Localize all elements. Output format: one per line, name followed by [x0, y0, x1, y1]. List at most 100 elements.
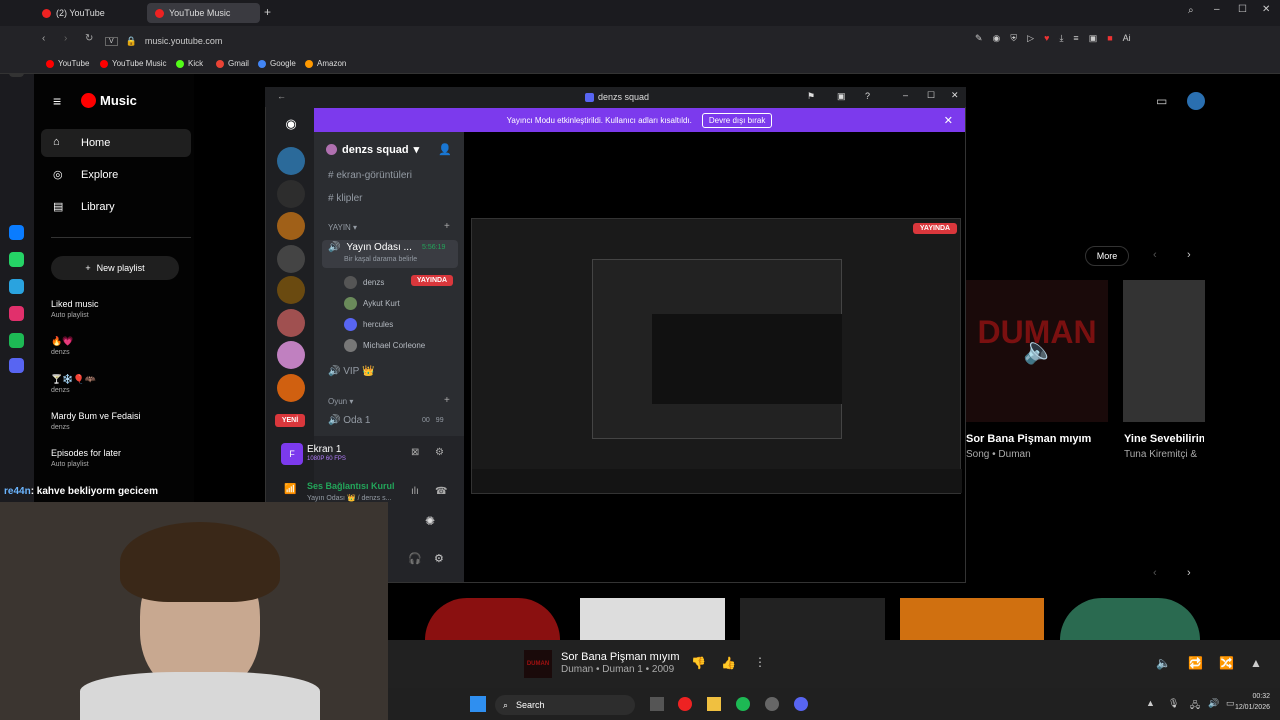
add-member-icon[interactable]: 👤 — [438, 143, 452, 156]
new-tab-icon[interactable]: + — [264, 5, 271, 19]
expand-queue-icon[interactable]: ▲ — [1250, 656, 1262, 670]
song-title[interactable]: Sor Bana Pişman mıyım — [561, 651, 680, 663]
reload-icon[interactable]: ↻ — [85, 33, 93, 44]
start-icon[interactable] — [470, 696, 486, 712]
shuffle-icon[interactable]: 🔀 — [1219, 656, 1234, 670]
bookmark-youtube-music[interactable]: YouTube Music — [100, 59, 167, 68]
extension-icon[interactable]: ■ — [1107, 33, 1112, 47]
mic-icon[interactable]: 🎙 — [1168, 698, 1179, 709]
server-icon[interactable] — [277, 309, 305, 337]
server-icon[interactable] — [277, 180, 305, 208]
channel-vip[interactable]: 🔊 VIP 👑 — [328, 366, 374, 377]
channel-oda[interactable]: 🔊 Oda 1 — [328, 415, 370, 426]
avatar[interactable] — [1187, 92, 1205, 110]
ai-icon[interactable]: Ai — [1123, 33, 1131, 47]
camera-icon[interactable]: ◉ — [993, 33, 1001, 47]
back-icon[interactable]: ‹ — [42, 33, 45, 44]
album-thumb[interactable] — [580, 598, 725, 640]
back-icon[interactable]: ← — [277, 91, 286, 101]
nav-library[interactable]: ▤ Library — [41, 193, 191, 221]
nav-home[interactable]: ⌂ Home — [41, 129, 191, 157]
server-icon[interactable] — [277, 212, 305, 240]
carousel-prev-icon[interactable]: ‹ — [1153, 567, 1157, 579]
minimize-icon[interactable]: – — [1214, 4, 1220, 15]
maximize-icon[interactable]: ☐ — [927, 90, 935, 101]
playlist-title[interactable]: Episodes for later — [51, 448, 121, 458]
headphones-icon[interactable]: 🎧 — [408, 552, 422, 565]
album-card-yine[interactable] — [1123, 280, 1205, 422]
discord-home-icon[interactable]: ◉ — [277, 110, 305, 138]
carousel-prev-icon[interactable]: ‹ — [1153, 249, 1157, 261]
bookmark-google[interactable]: Google — [258, 59, 296, 68]
heart-icon[interactable]: ♥ — [1044, 33, 1049, 47]
messenger-icon[interactable] — [9, 225, 24, 240]
cast-icon[interactable]: ▭ — [1156, 94, 1167, 108]
voice-user[interactable]: Aykut Kurt — [344, 297, 400, 310]
wallet-icon[interactable]: ▣ — [1089, 33, 1098, 47]
new-playlist-button[interactable]: + New playlist — [51, 256, 179, 280]
user-settings-gear-icon[interactable]: ⚙ — [434, 552, 444, 565]
carousel-next-icon[interactable]: › — [1187, 567, 1191, 579]
hamburger-menu-icon[interactable]: ≡ — [53, 93, 61, 109]
shield-icon[interactable]: ⛨ — [1010, 33, 1017, 47]
disconnect-icon[interactable]: ☎ — [435, 486, 447, 497]
voice-user[interactable]: denzs — [344, 276, 384, 289]
tray-chevron-icon[interactable]: ▲ — [1146, 698, 1155, 708]
channel-klipler[interactable]: # klipler — [328, 193, 362, 204]
server-icon[interactable] — [277, 374, 305, 402]
forward-icon[interactable]: › — [64, 33, 67, 44]
album-thumb[interactable] — [900, 598, 1044, 640]
playlist-title[interactable]: Mardy Bum ve Fedaisi — [51, 411, 141, 421]
card-title[interactable]: Yine Sevebilirim — [1124, 433, 1204, 445]
voice-user[interactable]: Michael Corleone — [344, 339, 425, 352]
server-icon[interactable] — [277, 276, 305, 304]
url-field[interactable]: V 🔒 music.youtube.com — [105, 32, 965, 50]
taskbar-search[interactable]: ⌕ Search — [495, 695, 635, 715]
server-header[interactable]: denzs squad ▾ — [326, 143, 419, 156]
playlist-title[interactable]: 🔥💗 — [51, 336, 73, 347]
download-icon[interactable]: ▣ — [837, 91, 846, 102]
bookmark-gmail[interactable]: Gmail — [216, 59, 249, 68]
play-icon[interactable]: ▷ — [1027, 33, 1034, 47]
search-tabs-icon[interactable]: ⌕ — [1188, 5, 1194, 16]
now-playing-art[interactable]: DUMAN — [524, 650, 552, 678]
edit-icon[interactable]: ✎ — [975, 33, 983, 47]
network-icon[interactable]: 🖧 — [1190, 698, 1200, 714]
close-icon[interactable]: ✕ — [1262, 4, 1270, 15]
song-artist[interactable]: Duman • Duman 1 • 2009 — [561, 664, 674, 675]
card-title[interactable]: Sor Bana Pişman mıyım — [966, 433, 1091, 445]
category-oyun[interactable]: Oyun ▾ — [328, 397, 353, 406]
ytmusic-logo[interactable]: Music — [81, 93, 137, 108]
volume-tray-icon[interactable]: 🔊 — [1208, 698, 1219, 709]
album-thumb[interactable] — [425, 598, 560, 640]
explorer-icon[interactable] — [707, 697, 721, 711]
channel-ekran[interactable]: # ekran-görüntüleri — [328, 170, 412, 181]
disable-button[interactable]: Devre dışı bırak — [701, 112, 773, 128]
album-thumb[interactable] — [740, 598, 885, 640]
volume-icon[interactable]: 🔈 — [1156, 656, 1171, 670]
bookmark-youtube[interactable]: YouTube — [46, 59, 89, 68]
maximize-icon[interactable]: ☐ — [1238, 4, 1247, 15]
repeat-icon[interactable]: 🔁 — [1188, 656, 1203, 670]
playlist-title[interactable]: Liked music — [51, 299, 99, 309]
close-icon[interactable]: ✕ — [951, 90, 959, 101]
spotify-icon[interactable] — [9, 333, 24, 348]
server-icon[interactable] — [277, 147, 305, 175]
telegram-icon[interactable] — [9, 279, 24, 294]
download-icon[interactable]: ⤓ — [1059, 33, 1063, 47]
inbox-icon[interactable]: ⚑ — [807, 91, 815, 102]
like-icon[interactable]: 👍 — [721, 656, 736, 670]
bookmark-amazon[interactable]: Amazon — [305, 59, 346, 68]
album-card-duman[interactable]: DUMAN 🔈 — [966, 280, 1108, 422]
bookmark-kick[interactable]: Kick — [176, 59, 203, 68]
voice-user[interactable]: hercules — [344, 318, 393, 331]
whatsapp-icon[interactable] — [9, 252, 24, 267]
opera-taskbar-icon[interactable] — [678, 697, 692, 711]
stream-settings-icon[interactable]: ⚙ — [435, 447, 444, 458]
tab-youtube[interactable]: (2) YouTube — [34, 3, 144, 23]
discord-taskbar-icon[interactable] — [794, 697, 808, 711]
help-icon[interactable]: ? — [865, 91, 870, 101]
clock-date[interactable]: 12/01/2026 — [1222, 704, 1270, 711]
add-channel-icon[interactable]: + — [444, 221, 450, 232]
more-button[interactable]: More — [1085, 246, 1129, 266]
